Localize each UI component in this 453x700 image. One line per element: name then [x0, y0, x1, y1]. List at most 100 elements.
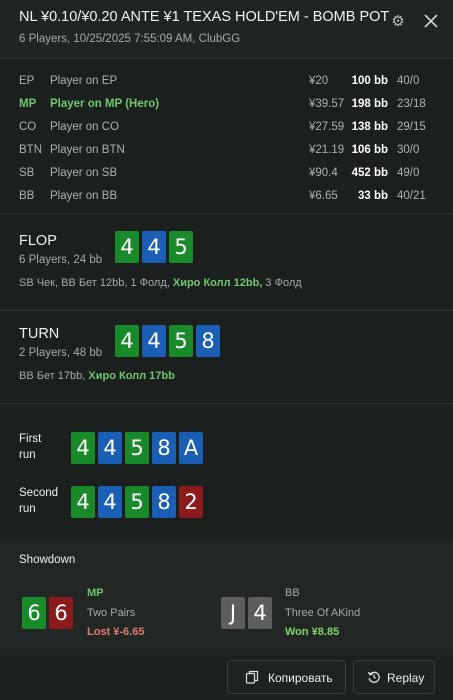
players-table: EP Player on EP ¥20 100 bb 40/0 MP Playe…	[0, 58, 453, 214]
player-bb: 138 bb	[351, 121, 388, 133]
player-stats: 40/21	[397, 190, 426, 202]
header: NL ¥0.10/¥0.20 ANTE ¥1 TEXAS HOLD'EM - B…	[0, 0, 453, 58]
hero-action: Хиро Колл 17bb	[88, 370, 175, 382]
turn-title: TURN	[19, 326, 60, 342]
card: 8	[152, 486, 176, 518]
divider	[0, 403, 453, 404]
player-stack: ¥90.4	[309, 167, 338, 179]
card: 8	[196, 325, 220, 357]
player-name: Player on EP	[50, 75, 118, 87]
player-row: BTN Player on BTN ¥21.19 106 bb 30/0	[0, 140, 453, 163]
card: 4	[98, 432, 122, 464]
player-row: CO Player on CO ¥27.59 138 bb 29/15	[0, 117, 453, 140]
turn-cards: 4 4 5 8	[115, 325, 220, 357]
player-bb: 100 bb	[351, 75, 388, 87]
player-position: EP	[19, 75, 35, 87]
run-label-line: run	[19, 449, 36, 461]
card: 4	[248, 597, 272, 629]
showdown-title: Showdown	[19, 554, 76, 566]
player-stack: ¥27.59	[309, 121, 345, 133]
close-icon[interactable]	[420, 10, 442, 32]
gear-icon[interactable]: ⚙	[388, 12, 408, 32]
action-text: 3 Фолд	[262, 277, 302, 289]
player-stack: ¥20	[309, 75, 329, 87]
action-text: SB Чек, BB Бет 12bb, 1 Фолд,	[19, 277, 173, 289]
card: 5	[169, 325, 193, 357]
card: 4	[115, 231, 139, 263]
player-position: MP	[19, 98, 37, 110]
run-label-line: run	[19, 503, 36, 515]
showdown-hand: Two Pairs	[87, 607, 136, 619]
showdown-panel: Showdown 6 6 MP Two Pairs Lost ¥-6.65 J …	[0, 540, 453, 655]
player-name: Player on CO	[50, 121, 120, 133]
card: 6	[49, 597, 73, 629]
replay-button[interactable]: Replay	[353, 660, 435, 694]
card: 4	[98, 486, 122, 518]
hand-subtitle: 6 Players, 10/25/2025 7:55:09 AM, ClubGG	[19, 33, 241, 45]
card: 4	[142, 325, 166, 357]
second-run-cards: 4 4 5 8 2	[71, 486, 203, 518]
showdown-result-lost: Lost ¥-6.65	[87, 626, 145, 638]
showdown-bb-cards: J 4	[221, 597, 272, 629]
player-stack: ¥6.65	[309, 190, 338, 202]
turn-action: BB Бет 17bb, Хиро Колл 17bb	[19, 370, 175, 382]
player-position: SB	[19, 167, 35, 179]
first-run-cards: 4 4 5 8 A	[71, 432, 203, 464]
divider	[0, 310, 453, 311]
turn-subtitle: 2 Players, 48 bb	[19, 347, 103, 359]
card: 8	[152, 432, 176, 464]
player-name: Player on BTN	[50, 144, 125, 156]
player-bb: 198 bb	[351, 98, 388, 110]
player-stats: 49/0	[397, 167, 420, 179]
card: 4	[71, 432, 95, 464]
player-bb: 452 bb	[351, 167, 388, 179]
divider	[0, 213, 453, 214]
copy-button-label: Копировать	[268, 671, 333, 685]
action-text: BB Бет 17bb,	[19, 370, 89, 382]
player-position: BB	[19, 190, 35, 202]
player-stack: ¥21.19	[309, 144, 345, 156]
flop-action: SB Чек, BB Бет 12bb, 1 Фолд, Хиро Колл 1…	[19, 277, 302, 289]
player-name: Player on SB	[50, 167, 118, 179]
flop-cards: 4 4 5	[115, 231, 193, 263]
card: 5	[169, 231, 193, 263]
footer: Копировать Replay	[0, 655, 453, 700]
card: 4	[115, 325, 139, 357]
hero-action: Хиро Колл 12bb,	[172, 277, 263, 289]
player-row: BB Player on BB ¥6.65 33 bb 40/21	[0, 186, 453, 209]
player-bb: 106 bb	[351, 144, 388, 156]
run-label-line: Second	[19, 487, 59, 499]
showdown-hand: Three Of AKind	[285, 607, 361, 619]
card: 5	[125, 486, 149, 518]
run-label-line: First	[19, 433, 42, 445]
player-stats: 29/15	[397, 121, 426, 133]
first-run-label: First run	[19, 431, 41, 463]
player-row: SB Player on SB ¥90.4 452 bb 49/0	[0, 163, 453, 186]
showdown-mp-cards: 6 6	[22, 597, 73, 629]
replay-icon	[367, 671, 380, 683]
player-bb: 33 bb	[357, 190, 388, 202]
showdown-position: BB	[285, 587, 300, 599]
player-row-hero: MP Player on MP (Hero) ¥39.57 198 bb 23/…	[0, 94, 453, 117]
card: J	[221, 597, 245, 629]
player-position: CO	[19, 121, 37, 133]
player-stats: 23/18	[397, 98, 426, 110]
second-run-label: Second run	[19, 485, 58, 517]
card: 5	[125, 432, 149, 464]
player-name: Player on BB	[50, 190, 118, 202]
card: 4	[142, 231, 166, 263]
player-stats: 30/0	[397, 144, 420, 156]
flop-title: FLOP	[19, 233, 57, 249]
player-row: EP Player on EP ¥20 100 bb 40/0	[0, 71, 453, 94]
hand-title: NL ¥0.10/¥0.20 ANTE ¥1 TEXAS HOLD'EM - B…	[19, 9, 390, 25]
copy-button[interactable]: Копировать	[227, 660, 346, 694]
flop-subtitle: 6 Players, 24 bb	[19, 254, 103, 266]
card: 4	[71, 486, 95, 518]
player-name: Player on MP (Hero)	[50, 98, 160, 110]
showdown-result-won: Won ¥8.85	[285, 626, 340, 638]
replay-button-label: Replay	[387, 671, 425, 685]
card: 2	[179, 486, 203, 518]
showdown-position: MP	[87, 587, 104, 599]
player-stats: 40/0	[397, 75, 420, 87]
card: A	[179, 432, 203, 464]
